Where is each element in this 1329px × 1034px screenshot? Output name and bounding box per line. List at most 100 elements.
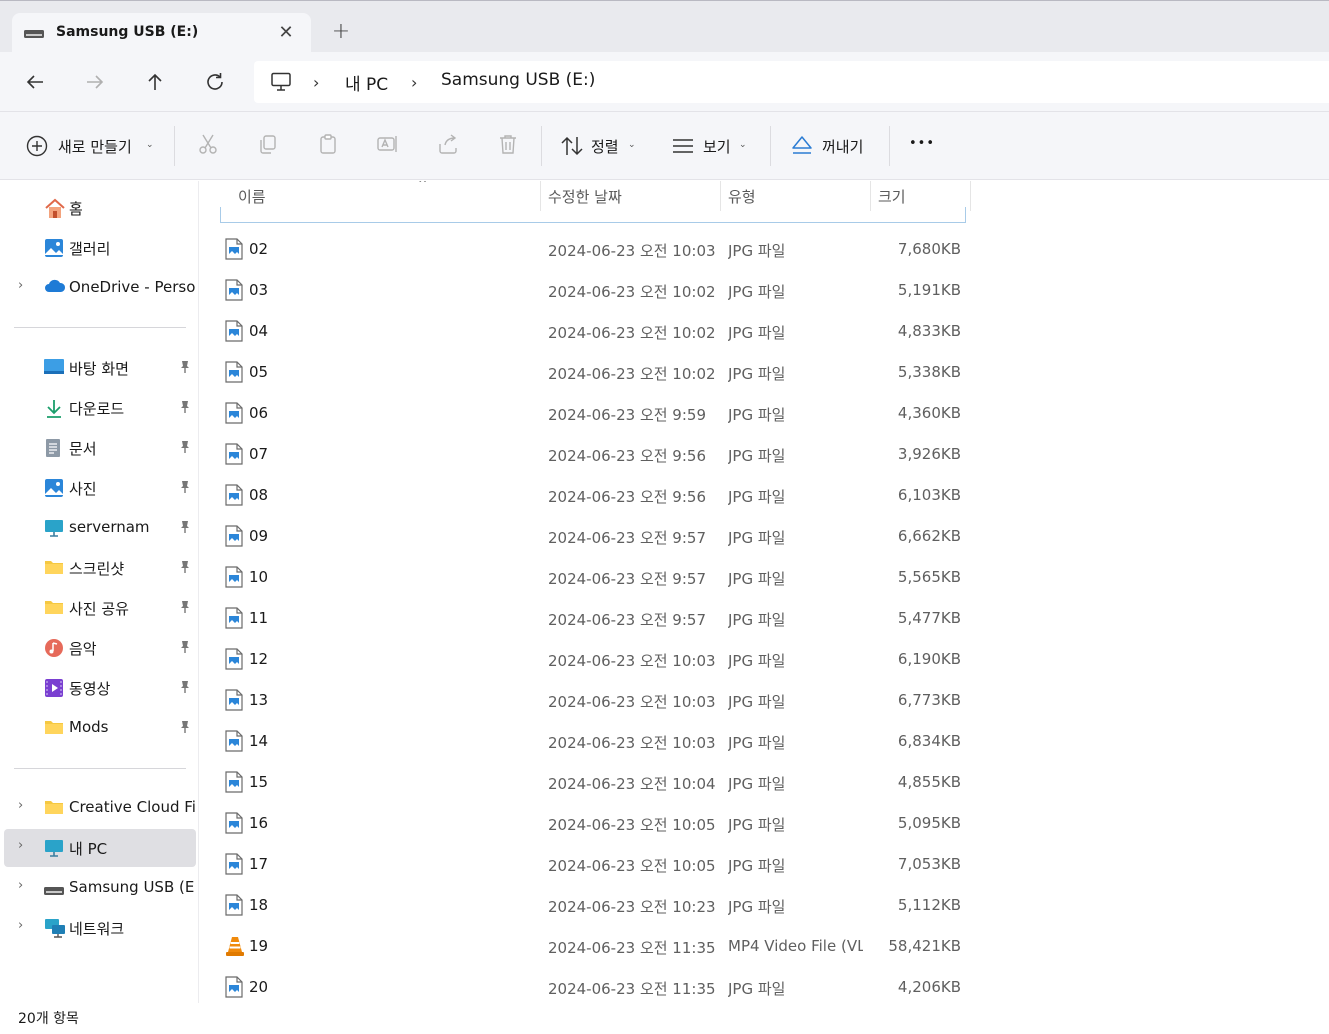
- column-divider[interactable]: [970, 181, 971, 211]
- sidebar-item-documents[interactable]: 문서: [4, 429, 196, 467]
- table-row[interactable]: 03 2024-06-23 오전 10:02 JPG 파일 5,191KB: [220, 269, 966, 310]
- sidebar-item-music[interactable]: 음악: [4, 629, 196, 667]
- video-icon: [44, 678, 64, 698]
- back-button[interactable]: [23, 70, 49, 96]
- pin-icon[interactable]: [179, 520, 191, 538]
- sidebar-item-pictures[interactable]: 사진: [4, 469, 196, 507]
- table-row[interactable]: 10 2024-06-23 오전 9:57 JPG 파일 5,565KB: [220, 556, 966, 597]
- breadcrumb-samsung-usb[interactable]: Samsung USB (E:): [441, 70, 595, 90]
- file-size: 6,103KB: [897, 486, 961, 504]
- home-icon: [44, 198, 65, 218]
- new-tab-button[interactable]: +: [330, 20, 352, 44]
- sidebar-item-videos[interactable]: 동영상: [4, 669, 196, 707]
- copy-button[interactable]: [256, 132, 280, 160]
- usb-drive-icon: [44, 883, 64, 903]
- file-modified: 2024-06-23 오전 9:57: [548, 570, 706, 588]
- file-type: JPG 파일: [728, 980, 786, 998]
- table-row[interactable]: 05 2024-06-23 오전 10:02 JPG 파일 5,338KB: [220, 351, 966, 392]
- forward-button[interactable]: [83, 70, 109, 96]
- table-row[interactable]: 11 2024-06-23 오전 9:57 JPG 파일 5,477KB: [220, 597, 966, 638]
- pin-icon[interactable]: [179, 560, 191, 578]
- table-row[interactable]: 20 2024-06-23 오전 11:35 JPG 파일 4,206KB: [220, 966, 966, 1003]
- rename-button[interactable]: [376, 132, 400, 160]
- address-bar: › 내 PC › Samsung USB (E:): [0, 52, 1329, 112]
- chevron-right-icon[interactable]: ›: [18, 878, 23, 893]
- pin-icon[interactable]: [179, 680, 191, 698]
- copy-icon: [256, 135, 280, 160]
- file-type: JPG 파일: [728, 611, 786, 629]
- sidebar-divider: [14, 327, 186, 328]
- cut-button[interactable]: [196, 132, 220, 160]
- pin-icon[interactable]: [179, 720, 191, 738]
- chevron-right-icon[interactable]: ›: [18, 918, 23, 933]
- table-row[interactable]: 13 2024-06-23 오전 10:03 JPG 파일 6,773KB: [220, 679, 966, 720]
- chevron-down-icon: ⌄: [739, 140, 747, 150]
- sidebar-item-label: OneDrive - Personal: [69, 278, 196, 296]
- table-row[interactable]: 17 2024-06-23 오전 10:05 JPG 파일 7,053KB: [220, 843, 966, 884]
- sidebar-item-onedrive[interactable]: › OneDrive - Personal: [4, 269, 196, 307]
- sidebar-divider: [14, 768, 186, 769]
- file-type: JPG 파일: [728, 365, 786, 383]
- file-size: 7,680KB: [897, 240, 961, 258]
- chevron-right-icon[interactable]: ›: [18, 838, 23, 853]
- sidebar-item-desktop[interactable]: 바탕 화면: [4, 349, 196, 387]
- tab-samsung-usb[interactable]: Samsung USB (E:) ✕: [12, 13, 311, 53]
- sidebar-item-mods[interactable]: Mods: [4, 709, 196, 747]
- table-row[interactable]: 15 2024-06-23 오전 10:04 JPG 파일 4,855KB: [220, 761, 966, 802]
- sidebar-item-samsung-usb[interactable]: › Samsung USB (E:): [4, 869, 196, 907]
- close-tab-button[interactable]: ✕: [276, 23, 296, 43]
- pin-icon[interactable]: [179, 640, 191, 658]
- file-name: 03: [249, 281, 269, 299]
- table-row[interactable]: 08 2024-06-23 오전 9:56 JPG 파일 6,103KB: [220, 474, 966, 515]
- table-row[interactable]: 12 2024-06-23 오전 10:03 JPG 파일 6,190KB: [220, 638, 966, 679]
- sidebar-item-servernam[interactable]: servernam: [4, 509, 196, 547]
- table-row[interactable]: 16 2024-06-23 오전 10:05 JPG 파일 5,095KB: [220, 802, 966, 843]
- breadcrumb[interactable]: › 내 PC › Samsung USB (E:): [254, 61, 1329, 103]
- sidebar-item-this-pc[interactable]: › 내 PC: [4, 829, 196, 867]
- more-options-button[interactable]: •••: [909, 136, 935, 164]
- file-name: 18: [249, 896, 269, 914]
- table-row[interactable]: 09 2024-06-23 오전 9:57 JPG 파일 6,662KB: [220, 515, 966, 556]
- file-type: JPG 파일: [728, 775, 786, 793]
- sidebar-item-gallery[interactable]: 갤러리: [4, 229, 196, 267]
- sidebar-item-screenshots[interactable]: 스크린샷: [4, 549, 196, 587]
- sidebar-item-network[interactable]: › 네트워크: [4, 909, 196, 947]
- table-row[interactable]: 04 2024-06-23 오전 10:02 JPG 파일 4,833KB: [220, 310, 966, 351]
- sidebar-item-home[interactable]: 홈: [4, 189, 196, 227]
- sort-button[interactable]: 정렬 ⌄: [560, 132, 640, 160]
- table-row[interactable]: 19 2024-06-23 오전 11:35 MP4 Video File (VLC…: [220, 925, 966, 966]
- vlc-cone-icon: [225, 935, 245, 961]
- delete-button[interactable]: [496, 132, 520, 160]
- share-button[interactable]: [436, 132, 460, 160]
- sidebar-item-label: 사진: [69, 480, 97, 498]
- breadcrumb-this-pc[interactable]: 내 PC: [345, 70, 388, 95]
- view-button[interactable]: 보기 ⌄: [672, 132, 752, 160]
- paste-button[interactable]: [316, 132, 340, 160]
- eject-button[interactable]: 꺼내기: [790, 132, 870, 160]
- pin-icon[interactable]: [179, 360, 191, 378]
- table-row[interactable]: 02 2024-06-23 오전 10:03 JPG 파일 7,680KB: [220, 228, 966, 269]
- sidebar-item-label: 스크린샷: [69, 560, 125, 578]
- pin-icon[interactable]: [179, 480, 191, 498]
- file-modified: 2024-06-23 오전 9:56: [548, 447, 706, 465]
- chevron-right-icon[interactable]: ›: [18, 798, 23, 813]
- sidebar-item-downloads[interactable]: 다운로드: [4, 389, 196, 427]
- chevron-right-icon[interactable]: ›: [18, 278, 23, 293]
- file-name: 12: [249, 650, 269, 668]
- up-button[interactable]: [143, 70, 169, 96]
- toolbar-divider: [541, 126, 542, 166]
- pin-icon[interactable]: [179, 440, 191, 458]
- file-size: 6,190KB: [897, 650, 961, 668]
- file-name: 15: [249, 773, 269, 791]
- pin-icon[interactable]: [179, 600, 191, 618]
- refresh-button[interactable]: [203, 70, 229, 96]
- pin-icon[interactable]: [179, 400, 191, 418]
- table-row[interactable]: 18 2024-06-23 오전 10:23 JPG 파일 5,112KB: [220, 884, 966, 925]
- table-row[interactable]: 06 2024-06-23 오전 9:59 JPG 파일 4,360KB: [220, 392, 966, 433]
- new-button[interactable]: 새로 만들기 ⌄: [26, 132, 158, 160]
- sidebar-item-creative-cloud[interactable]: › Creative Cloud Files: [4, 789, 196, 827]
- table-row[interactable]: 07 2024-06-23 오전 9:56 JPG 파일 3,926KB: [220, 433, 966, 474]
- sidebar-item-photo-share[interactable]: 사진 공유: [4, 589, 196, 627]
- table-row[interactable]: [220, 207, 966, 223]
- table-row[interactable]: 14 2024-06-23 오전 10:03 JPG 파일 6,834KB: [220, 720, 966, 761]
